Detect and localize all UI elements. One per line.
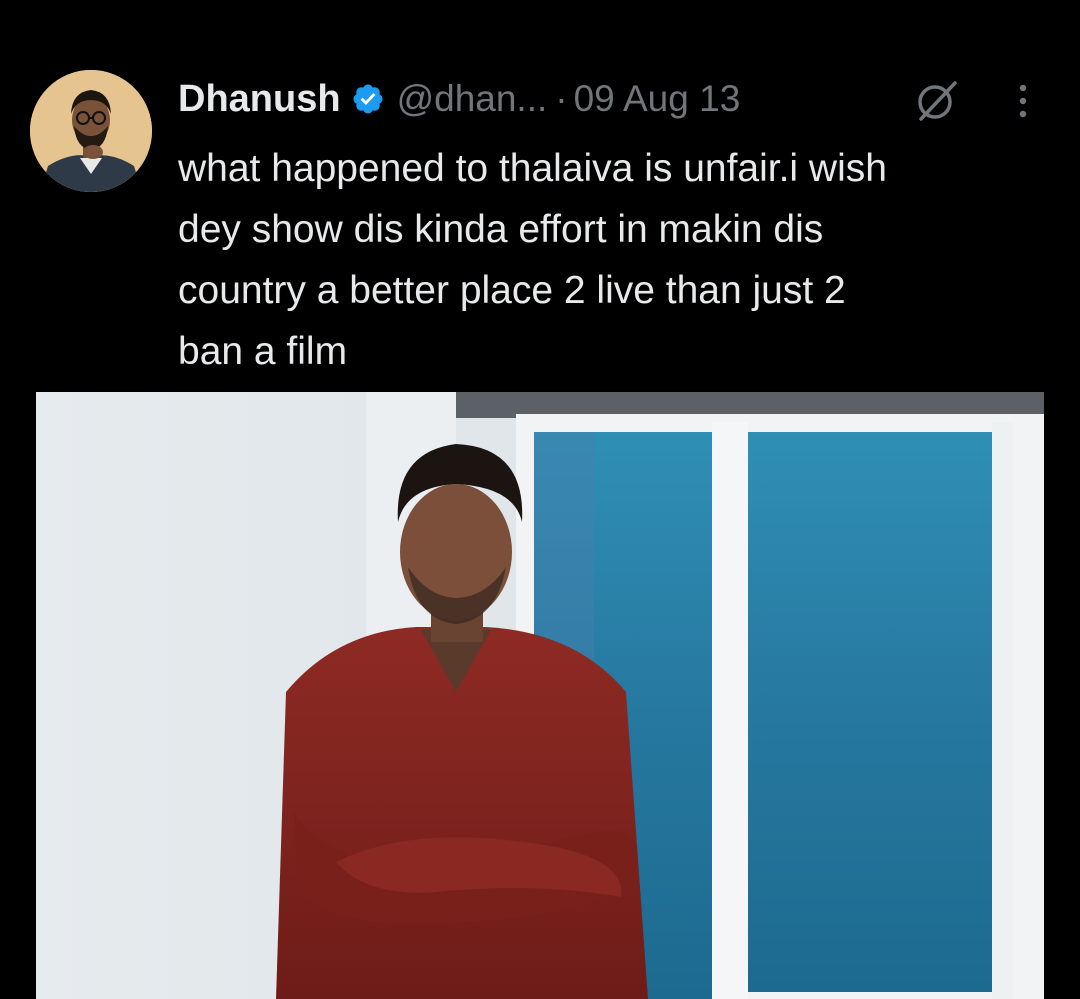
tweet-text-line: what happened to thalaiva is unfair.i wi…: [178, 147, 887, 190]
tweet-text-line: ban a film: [178, 330, 348, 373]
tweet-text-line: country a better place 2 live than just …: [178, 269, 846, 312]
separator-dot: ·: [555, 78, 568, 119]
author-avatar[interactable]: [30, 70, 152, 192]
tweet-header: Dhanush @dhan... · 09 Aug 13: [178, 74, 740, 124]
verified-badge-icon: [353, 84, 383, 114]
tweet-media-image[interactable]: [36, 392, 1044, 999]
tweet-date[interactable]: 09 Aug 13: [574, 78, 741, 120]
tweet-text-line: dey show dis kinda effort in makin dis: [178, 208, 824, 251]
tweet-text: what happened to thalaiva is unfair.i wi…: [178, 138, 1048, 382]
grok-icon[interactable]: [912, 78, 962, 124]
tweet-card[interactable]: Dhanush @dhan... · 09 Aug 13 what happen…: [0, 0, 1080, 999]
author-name[interactable]: Dhanush: [178, 78, 341, 121]
author-handle[interactable]: @dhan...: [397, 78, 548, 120]
more-options-icon[interactable]: [1013, 80, 1033, 122]
